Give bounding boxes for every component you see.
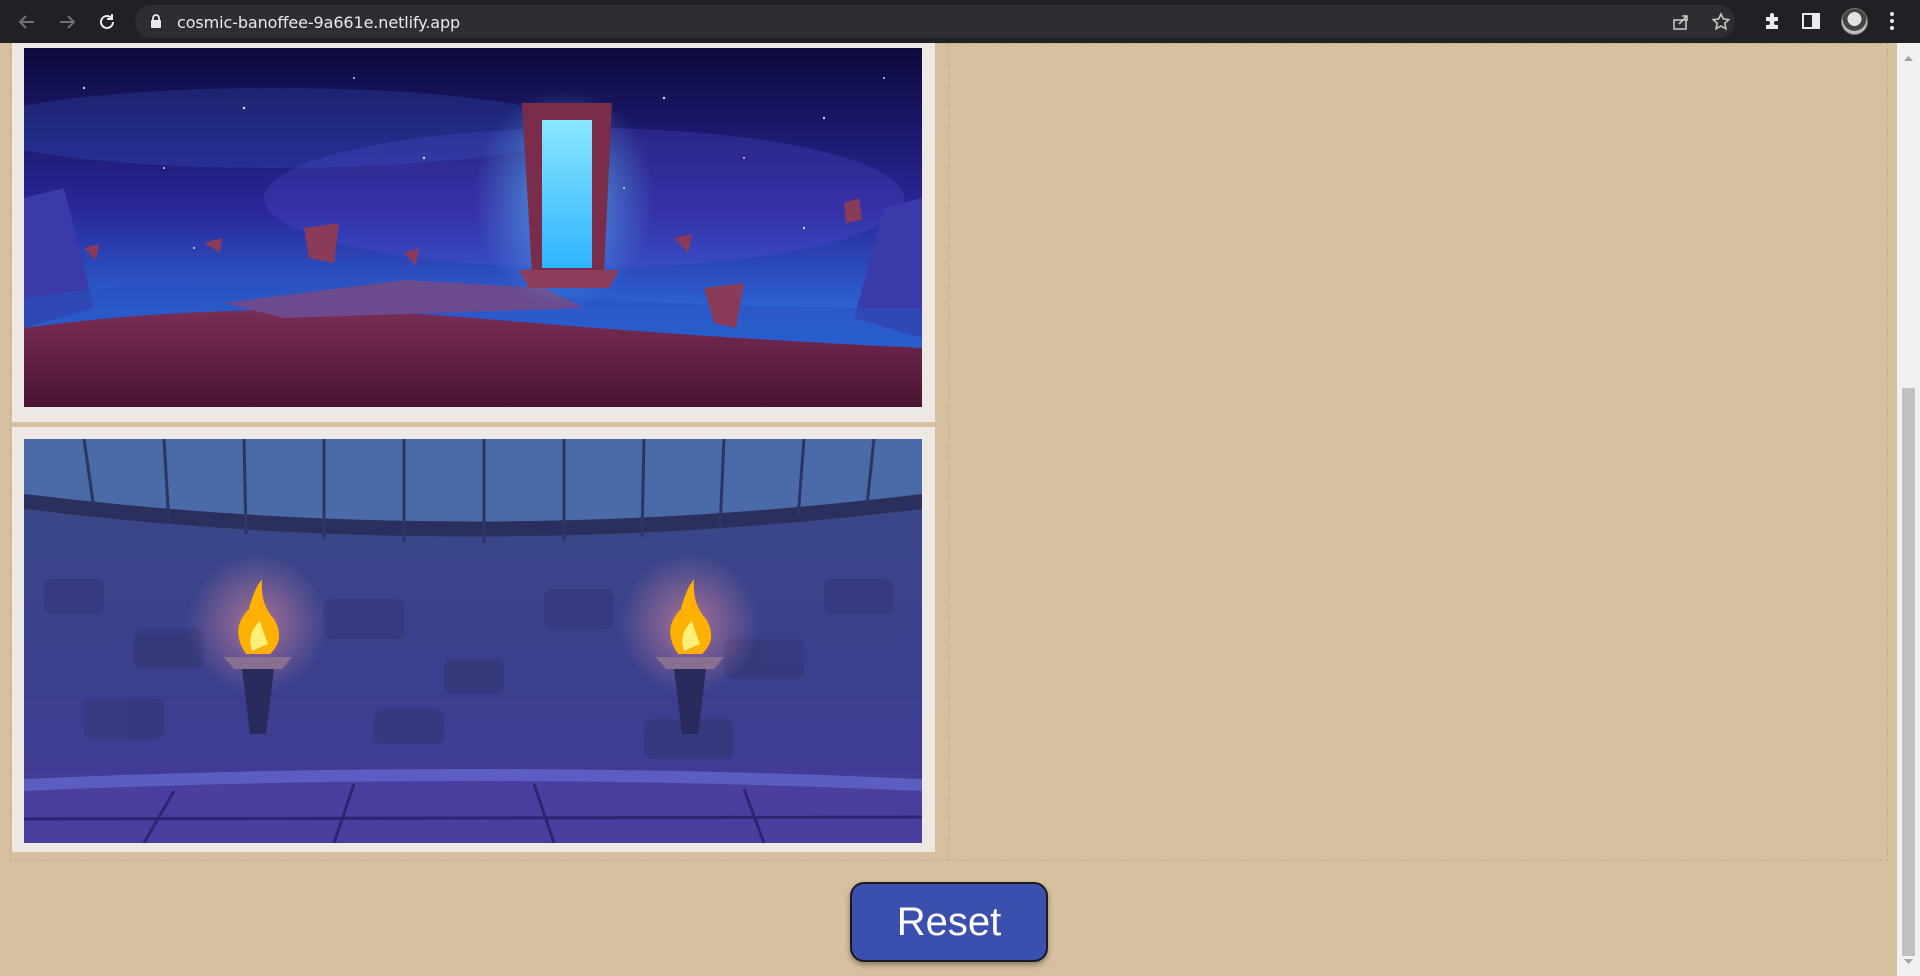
floating-portal-image (24, 48, 922, 407)
menu-kebab-icon[interactable] (1880, 9, 1904, 33)
profile-avatar[interactable] (1841, 8, 1868, 35)
dungeon-torches-image (24, 439, 922, 843)
url-text[interactable]: cosmic-banoffee-9a661e.netlify.app (177, 13, 460, 32)
browser-toolbar: cosmic-banoffee-9a661e.netlify.app (0, 0, 1920, 43)
bookmark-star-icon[interactable] (1710, 11, 1732, 33)
scroll-up-arrow-icon[interactable] (1903, 49, 1914, 67)
back-arrow-icon[interactable] (12, 7, 42, 37)
scroll-down-arrow-icon[interactable] (1903, 952, 1914, 970)
forward-arrow-icon[interactable] (52, 7, 82, 37)
page-scrollbar[interactable] (1897, 43, 1920, 976)
image-card (12, 43, 935, 422)
share-icon[interactable] (1670, 11, 1692, 33)
column-divider (948, 43, 950, 861)
reset-button[interactable]: Reset (850, 882, 1048, 962)
address-bar[interactable]: cosmic-banoffee-9a661e.netlify.app (135, 5, 1735, 38)
image-card (12, 427, 935, 852)
extensions-puzzle-icon[interactable] (1760, 9, 1784, 33)
reload-icon[interactable] (92, 7, 122, 37)
side-panel-icon[interactable] (1799, 9, 1823, 33)
scrollbar-thumb[interactable] (1902, 388, 1915, 956)
lock-icon[interactable] (150, 14, 162, 34)
